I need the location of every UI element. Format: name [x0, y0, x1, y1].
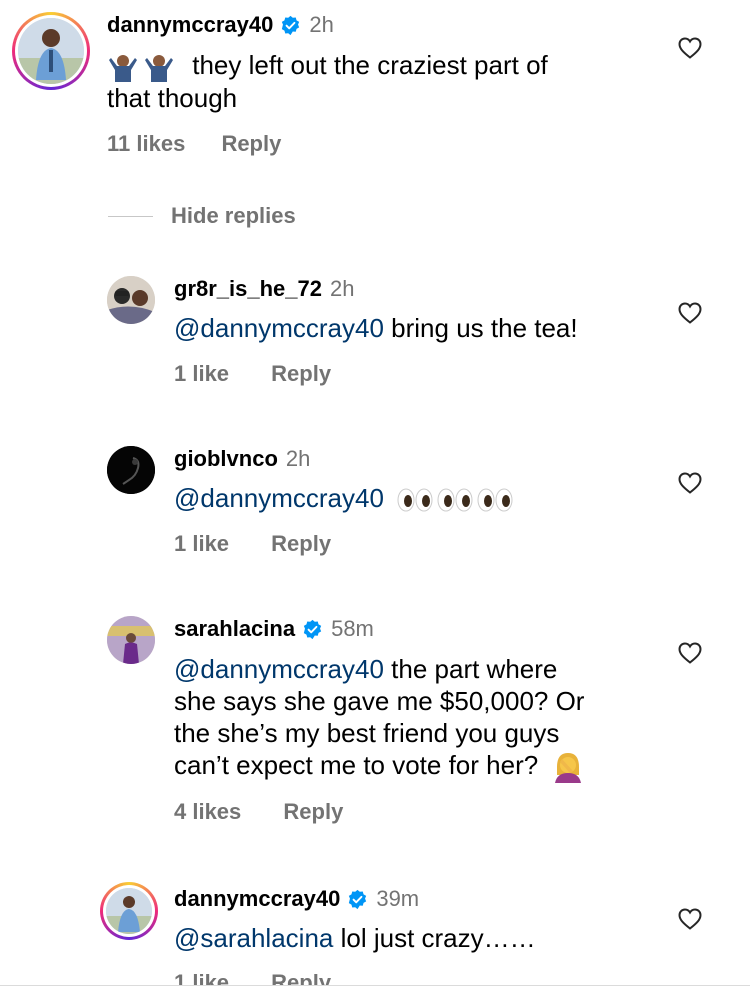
person-shrugging-emoji — [145, 55, 173, 83]
hide-replies-button[interactable]: Hide replies — [171, 203, 296, 229]
bottom-mask — [0, 986, 750, 996]
comment-text: @sarahlacina lol just crazy…… — [174, 922, 536, 954]
timestamp: 2h — [330, 276, 355, 301]
avatar-photo — [107, 446, 155, 494]
heart-icon[interactable] — [678, 908, 702, 930]
like-count[interactable]: 1 like — [174, 531, 229, 557]
heart-icon[interactable] — [678, 302, 702, 324]
avatar[interactable] — [107, 446, 155, 494]
avatar-photo — [107, 276, 155, 324]
username[interactable]: sarahlacina — [174, 616, 295, 642]
like-count[interactable]: 4 likes — [174, 799, 241, 825]
avatar[interactable] — [107, 276, 155, 324]
comment-text: @dannymccray40 bring us the tea! — [174, 312, 578, 344]
avatar[interactable] — [12, 12, 90, 90]
heart-icon[interactable] — [678, 472, 702, 494]
like-count[interactable]: 1 like — [174, 361, 229, 387]
username[interactable]: gioblvnco — [174, 446, 278, 472]
reply-button[interactable]: Reply — [271, 531, 331, 557]
comment-text-line: they left out the craziest part of — [192, 50, 548, 80]
comment-text-line: the she’s my best friend you guys — [174, 718, 560, 748]
timestamp: 2h — [285, 446, 311, 471]
eyes-emoji — [437, 488, 473, 512]
verified-badge-icon — [349, 889, 367, 909]
username[interactable]: gr8r_is_he_72 — [174, 276, 322, 302]
username[interactable]: dannymccray40 — [107, 12, 273, 38]
avatar[interactable] — [107, 616, 155, 664]
eyes-emoji — [397, 488, 433, 512]
eyes-emoji — [477, 488, 513, 512]
avatar-photo — [106, 888, 152, 934]
mention-link[interactable]: @dannymccray40 — [174, 483, 384, 513]
mention-link[interactable]: @dannymccray40 — [174, 313, 384, 343]
comment-text: they left out the craziest part of that … — [107, 49, 667, 114]
eyes-emoji-group — [397, 483, 513, 513]
verified-badge-icon — [282, 15, 300, 35]
verified-badge-icon — [303, 619, 322, 639]
heart-icon[interactable] — [678, 37, 702, 59]
woman-facepalming-emoji — [555, 753, 582, 784]
comment-text: @dannymccray40 the part where she says s… — [174, 653, 654, 784]
timestamp: 2h — [309, 12, 334, 37]
comment-text-line: the part where — [383, 654, 558, 684]
timestamp: 39m — [376, 886, 420, 911]
comment-text-body: lol just crazy…… — [333, 923, 536, 953]
heart-icon[interactable] — [678, 642, 702, 664]
timestamp: 58m — [331, 616, 374, 641]
reply-button[interactable]: Reply — [271, 361, 331, 387]
avatar-photo — [107, 616, 155, 664]
mention-link[interactable]: @sarahlacina — [174, 923, 333, 953]
avatar-photo — [18, 18, 84, 84]
avatar[interactable] — [100, 882, 158, 940]
reply-button[interactable]: Reply — [221, 131, 281, 157]
reply-button[interactable]: Reply — [283, 799, 343, 825]
username[interactable]: dannymccray40 — [174, 886, 340, 912]
comment-text-line: that though — [107, 83, 238, 114]
person-shrugging-emoji — [109, 55, 137, 83]
mention-link[interactable]: @dannymccray40 — [174, 654, 384, 684]
like-count[interactable]: 11 likes — [107, 131, 185, 157]
divider-line — [108, 216, 153, 217]
comment-text-line: can’t expect me to vote for her? — [174, 750, 539, 780]
comment-text-body: bring us the tea! — [383, 313, 578, 343]
comment-text-line: she says she gave me $50,000? Or — [174, 686, 585, 716]
comment-text: @dannymccray40 — [174, 482, 513, 514]
